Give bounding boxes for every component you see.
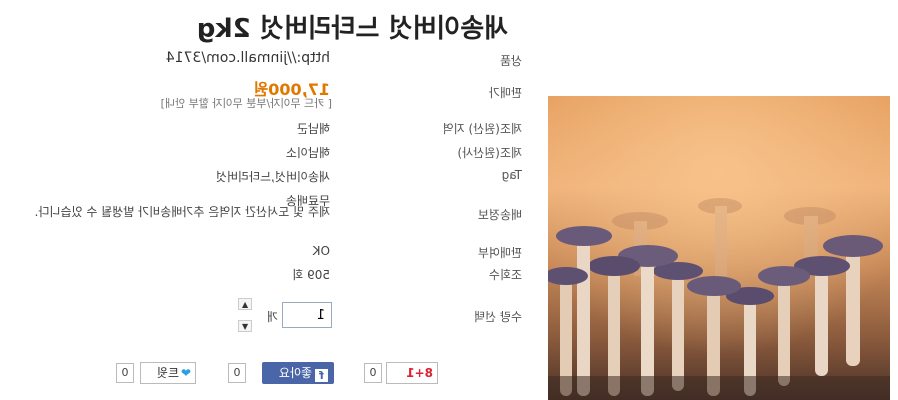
- tag-links[interactable]: 새송이버섯,느타리버섯: [216, 168, 330, 185]
- label-manufacturer: 제조(원산사): [457, 146, 522, 160]
- mushroom-photo: [548, 96, 890, 400]
- views-value: 509 회: [292, 268, 330, 282]
- product-url: http://jinmall.com/3714: [165, 50, 330, 66]
- tweet-count: 0: [116, 363, 134, 383]
- tweet-button[interactable]: ❤트윗: [140, 362, 196, 384]
- gplus-count: 0: [364, 363, 382, 383]
- product-detail-page: 새송이버섯 느타리버섯 2kg 상품 http://jinmall.com/37…: [0, 0, 898, 400]
- label-sale-status: 판매여부: [477, 246, 522, 260]
- installment-note-link[interactable]: [ 카드 무이자/부분 무이자 할부 안내]: [161, 95, 332, 111]
- label-tag: Tag: [501, 168, 522, 182]
- facebook-icon: f: [315, 369, 328, 382]
- quantity-down-icon[interactable]: ▼: [238, 320, 252, 332]
- product-image: [548, 96, 890, 400]
- origin-region-value: 해남군: [296, 122, 330, 136]
- quantity-unit: 개: [266, 310, 278, 324]
- like-label: 좋아요: [278, 366, 312, 380]
- label-shipping: 배송정보: [477, 208, 522, 222]
- label-price: 판매가: [488, 86, 522, 100]
- product-title: 새송이버섯 느타리버섯 2kg: [196, 14, 508, 44]
- gplus-label: 8+1: [406, 366, 433, 380]
- twitter-bird-icon: ❤: [180, 366, 191, 380]
- label-product: 상품: [499, 54, 522, 68]
- like-count: 0: [228, 363, 246, 383]
- quantity-up-icon[interactable]: ▲: [238, 298, 252, 310]
- label-origin-region: 제조(원산) 지역: [442, 122, 522, 136]
- shipping-notice: 제주 및 도서산간 지역은 추가배송비가 발생될 수 있습니다.: [34, 205, 330, 219]
- label-quantity: 수량 선택: [474, 310, 522, 324]
- quantity-input[interactable]: [282, 302, 332, 328]
- facebook-like-button[interactable]: f좋아요: [262, 362, 334, 384]
- sale-status-value: OK: [312, 244, 330, 258]
- tweet-label: 트윗: [156, 366, 179, 380]
- gplus-button[interactable]: 8+1: [386, 362, 438, 384]
- label-views: 조회수: [488, 268, 522, 282]
- manufacturer-value: 해남이소: [285, 146, 330, 160]
